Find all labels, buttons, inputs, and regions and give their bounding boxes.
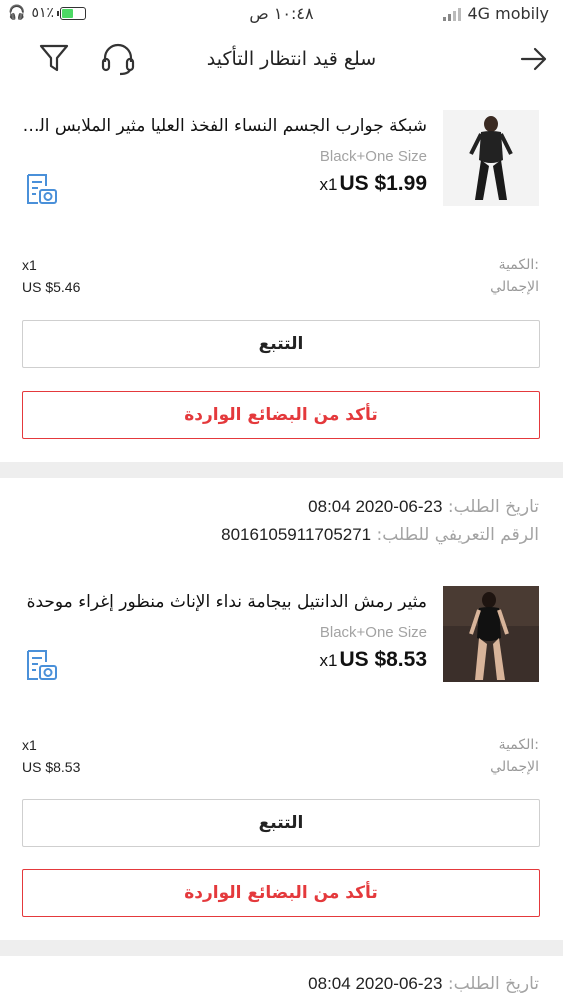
total-label: الإجمالي: [490, 279, 539, 295]
product-photo: [443, 110, 539, 206]
price-qty: x1: [319, 651, 338, 670]
order-id-label: الرقم التعريفي للطلب:: [376, 525, 539, 545]
product-image[interactable]: [443, 110, 539, 206]
price-amount: US $8.53: [339, 648, 427, 671]
section-divider: [0, 462, 563, 478]
product-title[interactable]: شبكة جوارب الجسم النساء الفخذ العليا مثي…: [17, 116, 427, 136]
product-variant: Black+One Size: [319, 148, 427, 165]
nav-bar: سلع قيد انتظار التأكيد: [0, 30, 563, 88]
order-date-line: تاريخ الطلب: 23-06-2020 08:04: [308, 974, 539, 994]
order-id[interactable]: 8016105911705271: [221, 525, 371, 544]
order-date-line: تاريخ الطلب: 23-06-2020 08:04: [308, 497, 539, 517]
confirm-receipt-button[interactable]: تأكد من البضائع الواردة: [22, 869, 540, 917]
order-item[interactable]: مثير رمش الدانتيل بيجامة نداء الإناث منظ…: [0, 586, 563, 686]
price-qty: x1: [319, 175, 338, 194]
order-date-label: تاريخ الطلب:: [447, 974, 539, 994]
total-label: الإجمالي: [490, 759, 539, 775]
signal-icon: [443, 7, 462, 21]
product-price: x1 US $8.53: [319, 648, 427, 672]
carrier-label: 4G mobily: [467, 4, 549, 23]
product-price: x1 US $1.99: [319, 172, 427, 196]
qty-label: الكمية:: [498, 737, 539, 753]
order-date: 23-06-2020 08:04: [308, 497, 443, 516]
product-title[interactable]: مثير رمش الدانتيل بيجامة نداء الإناث منظ…: [17, 592, 427, 612]
status-right: 4G mobily: [443, 4, 549, 23]
order-date: 23-06-2020 08:04: [308, 974, 443, 993]
product-image[interactable]: [443, 586, 539, 682]
total-value: US $5.46: [22, 279, 81, 295]
order-date-label: تاريخ الطلب:: [447, 497, 539, 517]
section-divider: [0, 940, 563, 956]
total-value: US $8.53: [22, 759, 81, 775]
order-id-line: الرقم التعريفي للطلب: 8016105911705271: [221, 525, 539, 545]
page-title: سلع قيد انتظار التأكيد: [206, 48, 377, 70]
order-summary: الكمية: x1 الإجمالي US $5.46: [0, 255, 563, 305]
product-photo: [443, 586, 539, 682]
document-camera-icon[interactable]: [24, 648, 58, 682]
document-camera-icon[interactable]: [24, 172, 58, 206]
track-button[interactable]: التتبع: [22, 799, 540, 847]
arrow-right-icon[interactable]: [519, 44, 549, 74]
order-item[interactable]: شبكة جوارب الجسم النساء الفخذ العليا مثي…: [0, 110, 563, 210]
confirm-receipt-button[interactable]: تأكد من البضائع الواردة: [22, 391, 540, 439]
status-bar: 🎧 ٥١٪ ١٠:٤٨ ص 4G mobily: [0, 0, 563, 30]
qty-value: x1: [22, 257, 37, 273]
price-amount: US $1.99: [339, 172, 427, 195]
track-button[interactable]: التتبع: [22, 320, 540, 368]
qty-value: x1: [22, 737, 37, 753]
order-summary: الكمية: x1 الإجمالي US $8.53: [0, 735, 563, 785]
product-variant: Black+One Size: [319, 624, 427, 641]
qty-label: الكمية:: [498, 257, 539, 273]
